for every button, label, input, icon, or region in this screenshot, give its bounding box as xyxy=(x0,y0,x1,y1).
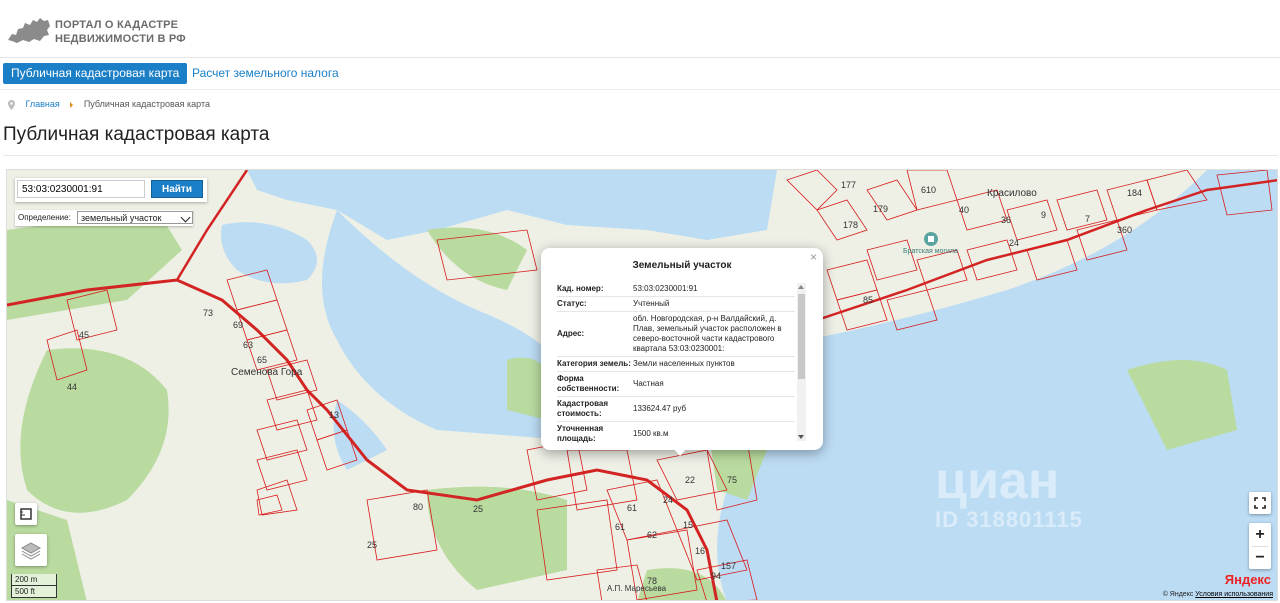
parcel-number: 61 xyxy=(627,503,638,513)
fullscreen-icon xyxy=(1254,497,1266,509)
location-pin-icon xyxy=(8,99,15,110)
popup-scrollbar[interactable] xyxy=(797,283,806,441)
parcel-number: 36 xyxy=(1001,215,1012,225)
parcel-number: 80 xyxy=(413,502,424,512)
cadastral-map[interactable]: 45 44 73 69 63 65 13 80 25 25 22 24 75 6… xyxy=(6,169,1278,601)
parcel-number: 184 xyxy=(1127,188,1143,198)
map-copyright: © Яндекс Условия использования xyxy=(1162,591,1273,598)
chevron-down-icon xyxy=(180,212,191,223)
cadastral-search: Найти xyxy=(15,178,207,202)
definition-control: Определение: земельный участок xyxy=(15,210,193,226)
poi-label: Братская могила xyxy=(903,248,958,255)
parcel-number: 178 xyxy=(843,220,859,230)
logo-line-1: ПОРТАЛ О КАДАСТРЕ xyxy=(55,19,179,31)
parcel-number: 179 xyxy=(873,204,889,214)
scroll-down-icon[interactable] xyxy=(798,435,804,439)
parcel-number: 610 xyxy=(921,185,937,195)
parcel-number: 24 xyxy=(663,495,674,505)
scroll-up-icon[interactable] xyxy=(798,285,804,289)
parcel-number: 177 xyxy=(841,180,857,190)
layers-icon xyxy=(20,542,42,560)
attribute-row: Статус: Учтенный xyxy=(557,297,795,312)
parcel-info-popup: × Земельный участок Кад. номер: 53:03:023… xyxy=(541,248,823,456)
parcel-number: 69 xyxy=(233,320,244,330)
parcel-number: 25 xyxy=(367,540,378,550)
parcel-number: 63 xyxy=(243,340,254,350)
parcel-number: 61 xyxy=(615,522,626,532)
definition-label: Определение: xyxy=(18,213,71,222)
breadcrumb-separator-icon xyxy=(70,101,74,108)
breadcrumb-current: Публичная кадастровая карта xyxy=(83,99,211,109)
zoom-in-button[interactable]: + xyxy=(1249,523,1271,546)
parcel-number: 65 xyxy=(257,355,268,365)
ruler-tool-button[interactable] xyxy=(15,503,37,525)
definition-selected-value: земельный участок xyxy=(81,213,162,223)
zoom-control: + − xyxy=(1249,523,1271,569)
parcel-number: 157 xyxy=(721,561,737,571)
village-label: Семенова Гора xyxy=(231,367,303,378)
attribute-row: Кадастровая стоимость: 133624.47 руб xyxy=(557,397,795,422)
parcel-number: 22 xyxy=(685,475,696,485)
parcel-number: 25 xyxy=(473,504,484,514)
title-divider xyxy=(3,155,1278,156)
terms-of-use-link[interactable]: Условия использования xyxy=(1195,591,1273,598)
tab-public-cadastral-map[interactable]: Публичная кадастровая карта xyxy=(3,63,188,84)
parcel-number: 15 xyxy=(683,520,694,530)
site-header: ПОРТАЛ О КАДАСТРЕ НЕДВИЖИМОСТИ В РФ xyxy=(0,0,1280,58)
fullscreen-button[interactable] xyxy=(1249,492,1271,514)
popup-title: Земельный участок xyxy=(632,260,732,271)
parcel-number: 73 xyxy=(203,308,214,318)
scale-imperial: 500 ft xyxy=(11,586,57,598)
parcel-number: 62 xyxy=(647,530,658,540)
tab-land-tax-calculation[interactable]: Расчет земельного налога xyxy=(184,63,347,84)
breadcrumb: Главная Публичная кадастровая карта xyxy=(8,98,210,110)
yandex-logo[interactable]: Яндекс xyxy=(1225,572,1271,587)
parcel-number: 13 xyxy=(329,410,340,420)
parcel-number: 45 xyxy=(79,330,90,340)
parcel-attributes-table[interactable]: Кад. номер: 53:03:0230001:91 Статус: Учтен… xyxy=(557,282,795,444)
zoom-out-button[interactable]: − xyxy=(1249,546,1271,569)
map-scale: 200 m 500 ft xyxy=(11,574,57,598)
ruler-icon xyxy=(20,508,32,520)
logo-line-2: НЕДВИЖИМОСТИ В РФ xyxy=(55,33,186,45)
village-label: Красилово xyxy=(987,188,1037,199)
parcel-number: 75 xyxy=(727,475,738,485)
cian-watermark: циан ID 318801115 xyxy=(935,452,1083,532)
russia-map-logo-icon[interactable] xyxy=(6,14,52,46)
portal-logo-text[interactable]: ПОРТАЛ О КАДАСТРЕ НЕДВИЖИМОСТИ В РФ xyxy=(55,18,186,46)
layers-button[interactable] xyxy=(15,534,47,566)
definition-select[interactable]: земельный участок xyxy=(77,211,193,224)
attribute-row: Форма собственности: Частная xyxy=(557,372,795,397)
attribute-row: Уточненная площадь: 1500 кв.м xyxy=(557,422,795,444)
parcel-number: 16 xyxy=(695,546,706,556)
attribute-row: Адрес: обл. Новгородская, р-н Валдайский,… xyxy=(557,312,795,357)
parcel-number: 360 xyxy=(1117,225,1133,235)
parcel-number: 7 xyxy=(1085,214,1091,224)
scroll-thumb[interactable] xyxy=(798,294,805,379)
parcel-number: 85 xyxy=(863,295,874,305)
popup-pointer xyxy=(673,448,687,456)
cadastral-number-input[interactable] xyxy=(17,180,145,198)
parcel-number: 24 xyxy=(1009,238,1020,248)
breadcrumb-home-link[interactable]: Главная xyxy=(26,99,60,109)
parcel-number: 94 xyxy=(711,571,722,581)
parcel-number: 40 xyxy=(959,205,970,215)
page-title: Публичная кадастровая карта xyxy=(3,124,270,145)
attribute-row: Категория земель: Земли населенных пункто… xyxy=(557,357,795,372)
scale-metric: 200 m xyxy=(11,574,57,586)
find-button[interactable]: Найти xyxy=(151,180,203,198)
attribute-row: Кад. номер: 53:03:0230001:91 xyxy=(557,282,795,297)
parcel-number: 9 xyxy=(1041,210,1047,220)
street-label: А.П. Маресьева xyxy=(607,584,667,593)
parcel-number: 44 xyxy=(67,382,78,392)
main-nav: Публичная кадастровая карта Расчет земел… xyxy=(0,58,1280,90)
